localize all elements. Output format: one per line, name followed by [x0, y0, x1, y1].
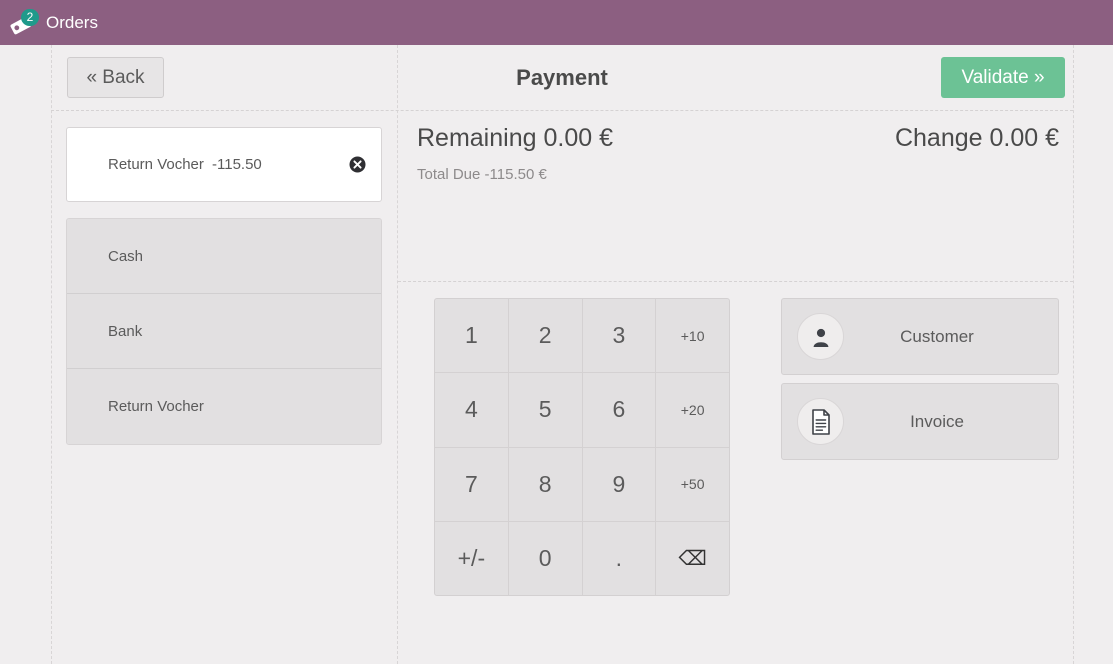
payment-lines-list: Return Vocher -115.50 [66, 127, 382, 202]
total-due-value: -115.50 € [484, 166, 547, 183]
numpad-key-4[interactable]: 4 [435, 373, 508, 447]
validate-button[interactable]: Validate » [941, 57, 1065, 98]
numpad-key-decimal[interactable]: . [582, 521, 656, 595]
column-guide-left [51, 45, 52, 664]
numpad-key-0[interactable]: 0 [508, 521, 582, 595]
action-buttons: Customer Invoice [781, 298, 1059, 468]
numpad-key-1[interactable]: 1 [435, 299, 508, 373]
column-guide-right [1073, 45, 1074, 664]
numpad-key-5[interactable]: 5 [508, 373, 582, 447]
numpad-key-6[interactable]: 6 [582, 373, 656, 447]
payment-line-name: Return Vocher [108, 156, 204, 173]
orders-widget[interactable]: 2 Orders [8, 0, 98, 45]
backspace-icon[interactable]: ⌫ [656, 521, 729, 595]
person-icon [797, 313, 844, 360]
numpad-key-9[interactable]: 9 [582, 447, 656, 521]
change-amount: Change 0.00 € [895, 124, 1059, 153]
orders-tag-icon: 2 [8, 8, 39, 36]
orders-count-badge: 2 [21, 8, 39, 26]
total-due: Total Due -115.50 € [417, 166, 547, 183]
customer-label: Customer [900, 326, 974, 346]
column-guide-middle [397, 45, 398, 664]
payment-method-bank[interactable]: Bank [67, 294, 381, 369]
numpad-key-plus-50[interactable]: +50 [656, 447, 729, 521]
numpad-key-plus-10[interactable]: +10 [656, 299, 729, 373]
top-bar: 2 Orders [0, 0, 1113, 45]
payment-method-cash[interactable]: Cash [67, 219, 381, 294]
payment-method-return-vocher[interactable]: Return Vocher [67, 369, 381, 444]
remaining-amount: Remaining 0.00 € [417, 124, 613, 153]
payment-header: « Back Payment Validate » [51, 45, 1073, 110]
numpad-key-3[interactable]: 3 [582, 299, 656, 373]
payment-line-amount: -115.50 [212, 156, 262, 173]
header-divider [51, 110, 1073, 111]
remaining-label: Remaining [417, 124, 537, 152]
document-icon [797, 398, 844, 445]
change-value: 0.00 € [989, 124, 1059, 152]
change-label: Change [894, 124, 983, 152]
numpad-key-8[interactable]: 8 [508, 447, 582, 521]
remaining-value: 0.00 € [543, 124, 613, 152]
customer-button[interactable]: Customer [781, 298, 1059, 375]
page-title: Payment [516, 65, 608, 90]
totals-divider [398, 281, 1073, 282]
numpad: 1 2 3 +10 4 5 6 +20 7 8 9 +50 +/- 0 . ⌫ [434, 298, 730, 596]
remove-circle-icon[interactable] [333, 156, 381, 173]
orders-label: Orders [46, 13, 98, 32]
total-due-label: Total Due [417, 166, 481, 183]
numpad-key-2[interactable]: 2 [508, 299, 582, 373]
numpad-key-sign[interactable]: +/- [435, 521, 508, 595]
payment-line-row[interactable]: Return Vocher -115.50 [66, 127, 382, 202]
numpad-key-7[interactable]: 7 [435, 447, 508, 521]
invoice-button[interactable]: Invoice [781, 383, 1059, 460]
invoice-label: Invoice [910, 411, 964, 431]
payment-methods-list: Cash Bank Return Vocher [66, 218, 382, 445]
numpad-key-plus-20[interactable]: +20 [656, 373, 729, 447]
